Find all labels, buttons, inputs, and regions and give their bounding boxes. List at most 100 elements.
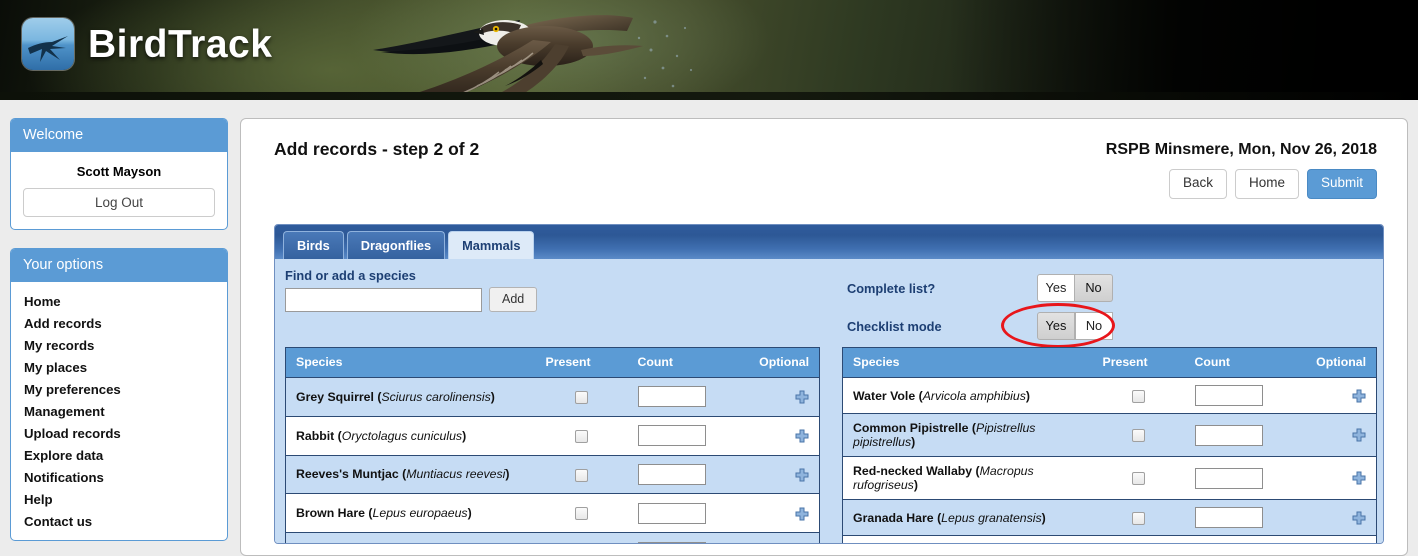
plus-icon[interactable] <box>795 468 809 482</box>
find-species-row: Add <box>285 287 537 312</box>
sidebar-item-notifications[interactable]: Notifications <box>11 466 227 488</box>
present-checkbox[interactable] <box>575 507 588 520</box>
count-cell <box>628 494 738 533</box>
present-checkbox[interactable] <box>575 391 588 404</box>
species-table-right: Species Present Count Optional Water Vol… <box>842 347 1377 544</box>
complete-list-no[interactable]: No <box>1075 274 1113 302</box>
sidebar-item-upload-records[interactable]: Upload records <box>11 422 227 444</box>
back-button[interactable]: Back <box>1169 169 1227 199</box>
plus-icon[interactable] <box>1352 428 1366 442</box>
count-input[interactable] <box>1195 385 1263 406</box>
add-species-button[interactable]: Add <box>489 287 537 312</box>
sidebar-item-management[interactable]: Management <box>11 400 227 422</box>
count-cell <box>1185 536 1295 545</box>
checklist-mode-yes[interactable]: Yes <box>1037 312 1075 340</box>
species-common-name: Rabbit <box>296 429 334 443</box>
optional-cell <box>1295 500 1377 536</box>
osprey-bird-illustration <box>355 0 915 100</box>
present-checkbox[interactable] <box>1132 472 1145 485</box>
count-cell <box>1185 500 1295 536</box>
sidebar-item-help[interactable]: Help <box>11 488 227 510</box>
present-checkbox[interactable] <box>1132 390 1145 403</box>
table-header-row: Species Present Count Optional <box>286 348 820 378</box>
count-input[interactable] <box>1195 507 1263 528</box>
count-cell <box>628 533 738 544</box>
tab-mammals[interactable]: Mammals <box>448 231 534 259</box>
place-and-date: RSPB Minsmere, Mon, Nov 26, 2018 <box>1106 141 1377 159</box>
species-common-name: Reeves's Muntjac <box>296 467 399 481</box>
main-content-card: Add records - step 2 of 2 RSPB Minsmere,… <box>240 118 1408 556</box>
count-input[interactable] <box>638 464 706 485</box>
complete-list-row: Complete list? Yes No <box>847 269 1113 307</box>
species-common-name: Grey Squirrel <box>296 390 374 404</box>
species-scientific-name: Arvicola amphibius <box>923 389 1026 403</box>
count-input[interactable] <box>638 542 706 544</box>
count-cell <box>1185 378 1295 414</box>
tab-dragonflies[interactable]: Dragonflies <box>347 231 445 259</box>
table-row: Common Pipistrelle (Pipistrellus pipistr… <box>843 414 1377 457</box>
present-cell <box>1093 414 1185 457</box>
checklist-mode-label: Checklist mode <box>847 319 1037 334</box>
table-header-row: Species Present Count Optional <box>843 348 1377 378</box>
complete-list-label: Complete list? <box>847 281 1037 296</box>
species-scientific-name: Oryctolagus cuniculus <box>342 429 462 443</box>
bird-logo-icon <box>22 18 74 70</box>
find-species-input[interactable] <box>285 288 482 312</box>
sidebar-item-explore-data[interactable]: Explore data <box>11 444 227 466</box>
present-checkbox[interactable] <box>575 469 588 482</box>
present-checkbox[interactable] <box>575 430 588 443</box>
banner-bottom-strip <box>0 92 1418 100</box>
header-optional: Optional <box>1295 348 1377 378</box>
plus-icon[interactable] <box>1352 511 1366 525</box>
present-cell <box>536 455 628 494</box>
log-out-button[interactable]: Log Out <box>23 188 215 217</box>
sidebar-item-contact-us[interactable]: Contact us <box>11 510 227 532</box>
present-checkbox[interactable] <box>1132 429 1145 442</box>
user-name: Scott Mayson <box>23 164 215 179</box>
count-input[interactable] <box>1195 425 1263 446</box>
sidebar-item-my-places[interactable]: My places <box>11 356 227 378</box>
table-row: Brown Hare (Lepus europaeus) <box>286 494 820 533</box>
count-cell <box>1185 414 1295 457</box>
sidebar: Welcome Scott Mayson Log Out Your option… <box>10 118 228 556</box>
sidebar-item-add-records[interactable]: Add records <box>11 312 227 334</box>
count-input[interactable] <box>1195 543 1263 544</box>
optional-cell <box>1295 378 1377 414</box>
page-title: Add records - step 2 of 2 <box>274 139 479 160</box>
present-cell <box>536 416 628 455</box>
plus-icon[interactable] <box>795 390 809 404</box>
sidebar-item-my-records[interactable]: My records <box>11 334 227 356</box>
sidebar-item-home[interactable]: Home <box>11 290 227 312</box>
species-common-name: Granada Hare <box>853 511 934 525</box>
submit-button[interactable]: Submit <box>1307 169 1377 199</box>
table-row: Rabbit (Oryctolagus cuniculus) <box>286 416 820 455</box>
count-input[interactable] <box>638 425 706 446</box>
count-input[interactable] <box>1195 468 1263 489</box>
checklist-mode-no[interactable]: No <box>1075 312 1113 340</box>
site-logo[interactable]: BirdTrack <box>22 18 272 70</box>
count-cell <box>628 378 738 417</box>
options-panel: Your options Home Add records My records… <box>10 248 228 541</box>
table-row: Mountain/Irish Hare (Lepus timidus) <box>843 536 1377 545</box>
present-cell <box>1093 500 1185 536</box>
header-species: Species <box>843 348 1093 378</box>
complete-list-yes[interactable]: Yes <box>1037 274 1075 302</box>
header-count: Count <box>1185 348 1295 378</box>
species-common-name: Brown Hare <box>296 506 365 520</box>
count-input[interactable] <box>638 386 706 407</box>
plus-icon[interactable] <box>795 507 809 521</box>
count-input[interactable] <box>638 503 706 524</box>
species-common-name: Red-necked Wallaby <box>853 464 972 478</box>
species-name: Grey Squirrel (Sciurus carolinensis) <box>286 378 536 417</box>
tab-birds[interactable]: Birds <box>283 231 344 259</box>
present-cell <box>536 378 628 417</box>
sidebar-item-my-preferences[interactable]: My preferences <box>11 378 227 400</box>
header-optional: Optional <box>738 348 820 378</box>
plus-icon[interactable] <box>1352 389 1366 403</box>
present-checkbox[interactable] <box>1132 512 1145 525</box>
plus-icon[interactable] <box>795 429 809 443</box>
welcome-panel-header: Welcome <box>11 119 227 152</box>
home-button[interactable]: Home <box>1235 169 1299 199</box>
plus-icon[interactable] <box>1352 471 1366 485</box>
species-common-name: Common Pipistrelle <box>853 421 968 435</box>
